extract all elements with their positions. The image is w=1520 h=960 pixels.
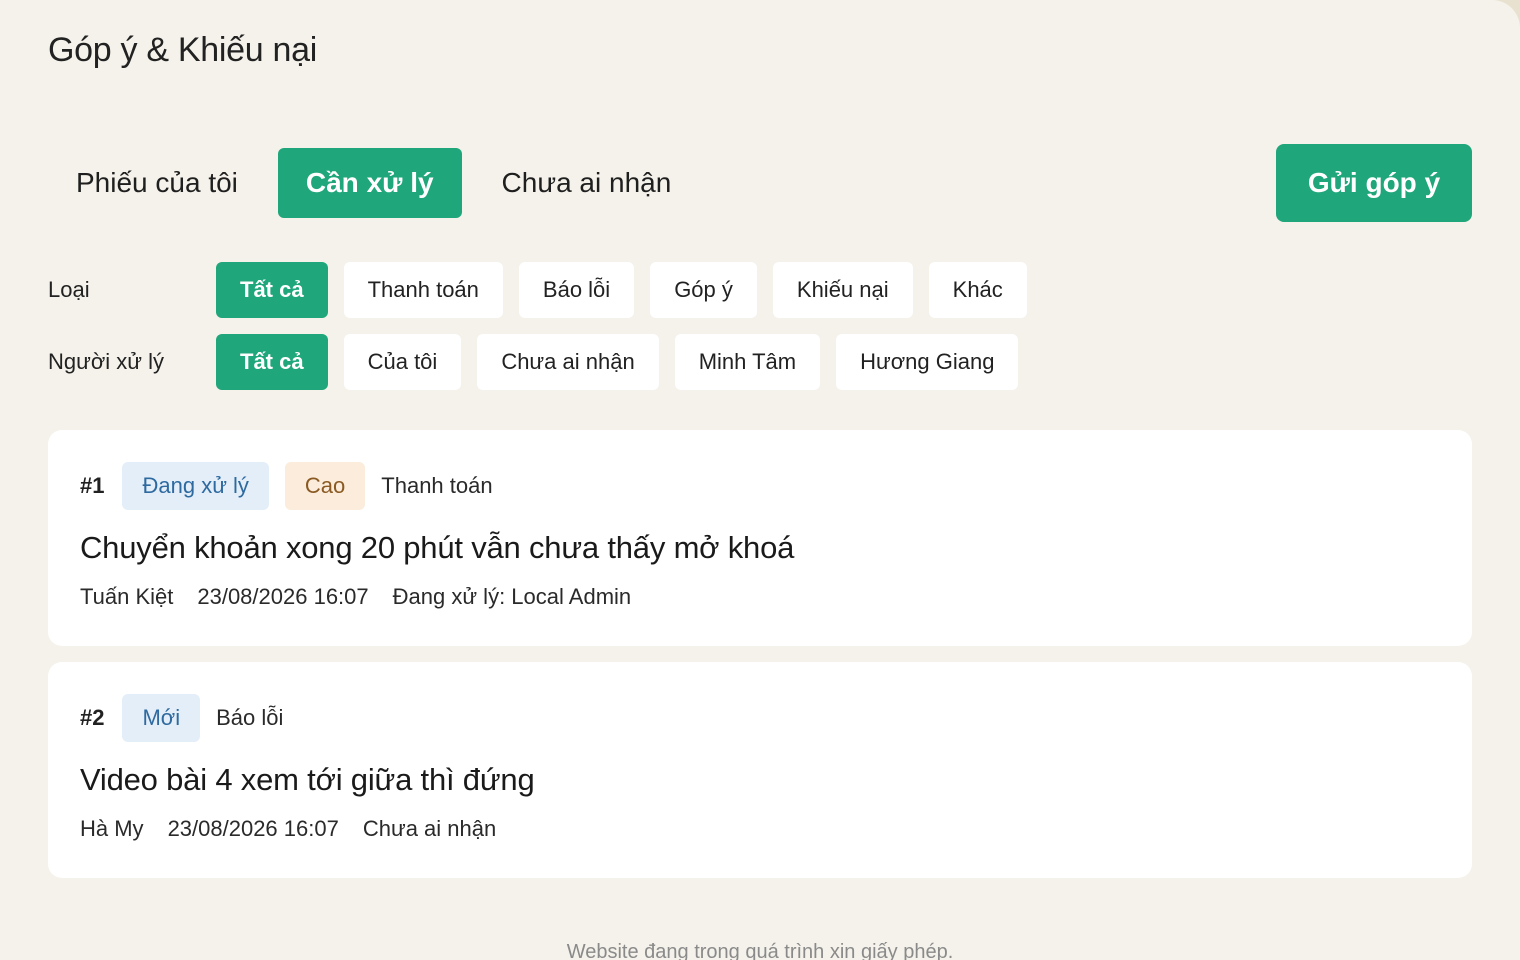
ticket-card[interactable]: #2 Mới Báo lỗi Video bài 4 xem tới giữa … [48,662,1472,878]
handler-filter-chips: Tất cả Của tôi Chưa ai nhận Minh Tâm Hươ… [216,334,1019,390]
ticket-title: Chuyển khoản xong 20 phút vẫn chưa thấy … [80,530,795,565]
ticket-card[interactable]: #1 Đang xử lý Cao Thanh toán Chuyển khoả… [48,430,1472,646]
submit-feedback-button[interactable]: Gửi góp ý [1276,144,1472,222]
ticket-meta: Tuấn Kiệt 23/08/2026 16:07 Đang xử lý: L… [80,582,1440,612]
handler-chip-huong-giang[interactable]: Hương Giang [836,334,1019,390]
type-chip-bug-report[interactable]: Báo lỗi [518,262,635,318]
handler-chip-unassigned[interactable]: Chưa ai nhận [477,334,659,390]
status-badge: Mới [122,694,201,742]
ticket-meta: Hà My 23/08/2026 16:07 Chưa ai nhận [80,814,1440,844]
handler-filter-row: Người xử lý Tất cả Của tôi Chưa ai nhận … [48,334,1019,390]
status-badge: Đang xử lý [122,462,269,510]
type-filter-row: Loại Tất cả Thanh toán Báo lỗi Góp ý Khi… [48,262,1027,318]
handler-chip-all[interactable]: Tất cả [216,334,328,390]
priority-badge: Cao [284,462,366,510]
tab-unassigned[interactable]: Chưa ai nhận [474,148,700,218]
handler-chip-mine[interactable]: Của tôi [343,334,462,390]
tab-my-tickets[interactable]: Phiếu của tôi [48,148,266,218]
ticket-datetime: 23/08/2026 16:07 [167,816,339,841]
ticket-title: Video bài 4 xem tới giữa thì đứng [80,762,535,797]
footer-note: Website đang trong quá trình xin giấy ph… [566,941,954,960]
ticket-assignee: Đang xử lý: Local Admin [392,584,632,609]
type-chip-all[interactable]: Tất cả [216,262,328,318]
feedback-panel: Góp ý & Khiếu nại Phiếu của tôi Cần xử l… [0,0,1520,960]
type-chip-payment[interactable]: Thanh toán [343,262,503,318]
main-tabs: Phiếu của tôi Cần xử lý Chưa ai nhận [48,148,699,218]
ticket-category: Báo lỗi [216,705,284,730]
ticket-datetime: 23/08/2026 16:07 [197,584,369,609]
tab-to-handle[interactable]: Cần xử lý [277,148,462,218]
ticket-header: #1 Đang xử lý Cao Thanh toán [80,462,1440,510]
type-chip-other[interactable]: Khác [928,262,1027,318]
ticket-header: #2 Mới Báo lỗi [80,694,1440,742]
ticket-category: Thanh toán [381,473,493,498]
handler-chip-minh-tam[interactable]: Minh Tâm [674,334,821,390]
type-filter-chips: Tất cả Thanh toán Báo lỗi Góp ý Khiếu nạ… [216,262,1027,318]
ticket-id: #2 [80,705,105,730]
page-title: Góp ý & Khiếu nại [48,31,317,69]
ticket-id: #1 [80,473,105,498]
ticket-author: Hà My [80,816,144,841]
type-filter-label: Loại [48,277,90,302]
ticket-assignee: Chưa ai nhận [362,816,497,841]
type-chip-suggestion[interactable]: Góp ý [650,262,757,318]
handler-filter-label: Người xử lý [48,349,165,374]
type-chip-complaint[interactable]: Khiếu nại [772,262,913,318]
ticket-author: Tuấn Kiệt [80,584,174,609]
